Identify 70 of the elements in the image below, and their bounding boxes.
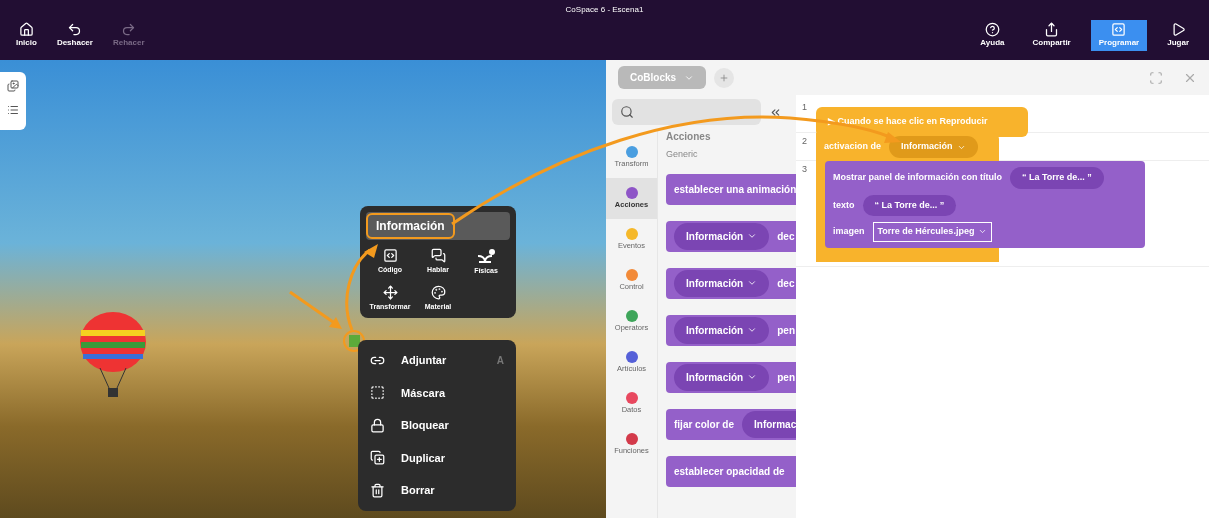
- menu-item[interactable]: Borrar: [358, 474, 516, 507]
- dropdown-field[interactable]: Información: [674, 222, 770, 250]
- info-object-icon: [348, 335, 360, 347]
- block-label: establecer opacidad de: [674, 464, 785, 479]
- gallery-icon[interactable]: [7, 80, 19, 92]
- chevron-down-icon: [747, 372, 758, 382]
- dropdown-field[interactable]: Información: [674, 363, 770, 391]
- menu-item[interactable]: Máscara: [358, 376, 516, 409]
- code-icon: [382, 248, 398, 263]
- menu-item[interactable]: Bloquear: [358, 409, 516, 442]
- mask-icon: [370, 385, 385, 401]
- palette-heading: Acciones: [666, 130, 712, 144]
- code-icon: [1111, 22, 1127, 37]
- toolbar-button[interactable]: Ayuda: [972, 20, 1013, 51]
- line-number: 3: [801, 163, 808, 176]
- code-block[interactable]: establecer una animación: [666, 173, 796, 205]
- duplicate-icon: [370, 450, 385, 466]
- dropdown-field[interactable]: Información: [674, 269, 770, 297]
- block-label: dec: [777, 229, 795, 244]
- dropdown-field[interactable]: Torre de Hércules.jpeg: [872, 222, 993, 242]
- delete-icon: [370, 482, 385, 498]
- string-field[interactable]: “ La Torre de... ”: [862, 194, 957, 216]
- chevron-down-icon: [747, 325, 758, 335]
- search-field[interactable]: [612, 99, 761, 125]
- block-label: pen: [777, 370, 795, 385]
- speech-icon: [430, 248, 446, 263]
- block-label: fijar color de: [674, 417, 734, 432]
- toolbar-button[interactable]: Deshacer: [52, 22, 97, 49]
- toolbar-button[interactable]: Inicio: [12, 22, 41, 49]
- chevron-down-icon: [747, 278, 758, 288]
- code-block[interactable]: Información dec: [666, 267, 796, 299]
- code-block[interactable]: establecer opacidad de: [666, 455, 796, 487]
- undo-icon: [67, 22, 83, 37]
- move-icon: [382, 284, 398, 300]
- lock-icon: [370, 417, 385, 433]
- window-title: CoSpace 6 - Escena1: [565, 4, 644, 16]
- string-field[interactable]: “ La Torre de... ”: [1010, 167, 1104, 189]
- highlight-ring: Información: [366, 213, 455, 239]
- menu-item[interactable]: Duplicar: [358, 441, 516, 474]
- menu-title[interactable]: Información: [366, 212, 510, 240]
- code-block[interactable]: Información pen: [666, 314, 796, 346]
- code-block[interactable]: Información dec: [666, 220, 796, 252]
- plus-icon: [719, 72, 730, 83]
- block-label: dec: [777, 276, 795, 291]
- toolbar-button[interactable]: Compartir: [1024, 20, 1079, 51]
- code-block[interactable]: Mostrar panel de información con título “ La Torre de... ” texto “ La Torre de... ” imagen Torre de Hércules.jpeg: [825, 161, 1145, 248]
- play-icon: [1170, 22, 1186, 37]
- share-icon: [1044, 22, 1060, 37]
- redo-icon: [121, 22, 137, 37]
- chevron-down-icon: [747, 231, 758, 241]
- physics-icon: [476, 248, 496, 264]
- arrow-annotation: [289, 290, 342, 329]
- dropdown-field[interactable]: Informac: [742, 410, 796, 438]
- home-icon: [18, 22, 34, 37]
- block-label: pen: [777, 323, 795, 338]
- help-icon: [984, 22, 1000, 37]
- line-number: 1: [801, 101, 808, 114]
- list-icon[interactable]: [7, 104, 19, 116]
- shortcut-key: A: [496, 352, 504, 368]
- palette-icon: [430, 284, 446, 300]
- code-block[interactable]: fijar color de Informac: [666, 408, 796, 440]
- menu-item[interactable]: Adjuntar A: [358, 344, 516, 377]
- code-block[interactable]: Información pen: [666, 361, 796, 393]
- search-icon: [620, 105, 634, 119]
- block-label: establecer una animación: [674, 182, 796, 197]
- toolbar-button[interactable]: Programar: [1090, 20, 1148, 51]
- palette-subheading: Generic: [666, 148, 699, 161]
- dropdown-field[interactable]: Información: [674, 316, 770, 344]
- line-number: 2: [801, 135, 808, 148]
- toolbar-button[interactable]: Jugar: [1159, 20, 1197, 51]
